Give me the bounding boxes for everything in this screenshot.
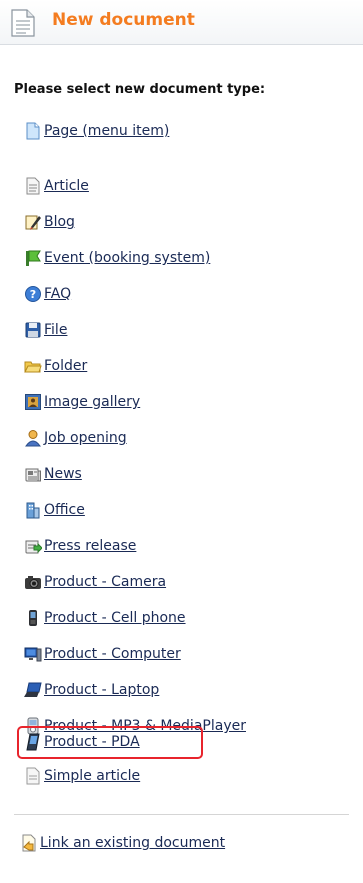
job-opening-icon [24, 429, 42, 447]
laptop-icon [24, 681, 42, 699]
doc-type-label[interactable]: Product - Laptop [44, 682, 159, 698]
doc-type-computer[interactable]: Product - Computer [24, 644, 181, 664]
page-icon [24, 122, 42, 140]
doc-type-label[interactable]: Blog [44, 214, 75, 230]
news-icon [24, 465, 42, 483]
document-icon [11, 9, 35, 37]
select-prompt: Please select new document type: [14, 82, 266, 97]
cell-phone-icon [24, 609, 42, 627]
doc-type-label[interactable]: Event (booking system) [44, 250, 210, 266]
doc-type-file[interactable]: File [24, 320, 67, 340]
press-release-icon [24, 537, 43, 555]
doc-type-press-release[interactable]: Press release [24, 536, 136, 556]
image-gallery-icon [24, 393, 42, 411]
doc-type-job-opening[interactable]: Job opening [24, 428, 127, 448]
simple-article-icon [24, 767, 42, 785]
doc-type-blog[interactable]: Blog [24, 212, 75, 232]
divider [14, 814, 349, 815]
doc-type-label[interactable]: Press release [44, 538, 136, 554]
svg-text:?: ? [30, 288, 36, 301]
link-existing-document[interactable]: Link an existing document [20, 833, 225, 853]
doc-type-folder[interactable]: Folder [24, 356, 87, 376]
doc-type-label[interactable]: Job opening [44, 430, 127, 446]
event-icon [24, 249, 42, 267]
header: New document [0, 0, 363, 45]
doc-type-cell-phone[interactable]: Product - Cell phone [24, 608, 186, 628]
doc-type-faq[interactable]: ? FAQ [24, 284, 71, 304]
doc-type-label[interactable]: File [44, 322, 67, 338]
doc-type-label[interactable]: Simple article [44, 768, 140, 784]
doc-type-laptop[interactable]: Product - Laptop [24, 680, 159, 700]
doc-type-label[interactable]: News [44, 466, 82, 482]
link-existing-label[interactable]: Link an existing document [40, 835, 225, 851]
office-icon [24, 501, 42, 519]
article-icon [24, 177, 42, 195]
doc-type-simple-article[interactable]: Simple article [24, 766, 140, 786]
folder-icon [24, 357, 42, 375]
doc-type-label[interactable]: Article [44, 178, 89, 194]
blog-icon [24, 213, 42, 231]
doc-type-label[interactable]: Image gallery [44, 394, 140, 410]
doc-type-article[interactable]: Article [24, 176, 89, 196]
page-title: New document [52, 10, 195, 30]
doc-type-image-gallery[interactable]: Image gallery [24, 392, 140, 412]
doc-type-label[interactable]: Product - Computer [44, 646, 181, 662]
doc-type-label[interactable]: FAQ [44, 286, 71, 302]
doc-type-label[interactable]: Folder [44, 358, 87, 374]
doc-type-label[interactable]: Page (menu item) [44, 123, 169, 139]
computer-icon [24, 645, 42, 663]
faq-icon: ? [24, 285, 42, 303]
doc-type-page[interactable]: Page (menu item) [24, 121, 169, 141]
doc-type-camera[interactable]: Product - Camera [24, 572, 166, 592]
link-document-icon [20, 834, 38, 852]
doc-type-office[interactable]: Office [24, 500, 85, 520]
camera-icon [24, 573, 42, 591]
doc-type-label[interactable]: Office [44, 502, 85, 518]
doc-type-news[interactable]: News [24, 464, 82, 484]
doc-type-label[interactable]: Product - Cell phone [44, 610, 186, 626]
selection-highlight [17, 726, 203, 759]
file-icon [24, 321, 42, 339]
doc-type-event[interactable]: Event (booking system) [24, 248, 210, 268]
doc-type-label[interactable]: Product - Camera [44, 574, 166, 590]
